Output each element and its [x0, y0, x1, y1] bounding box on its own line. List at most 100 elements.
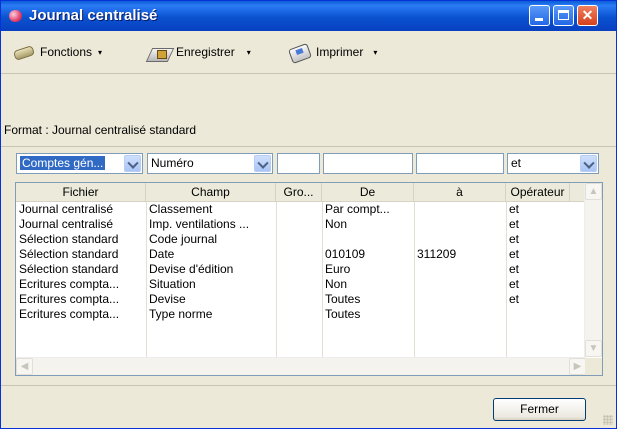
column-header-de[interactable]: De — [322, 183, 414, 201]
cell-champ: Devise — [149, 292, 186, 306]
minimize-button[interactable] — [529, 5, 550, 26]
scrollbar-corner — [585, 358, 602, 375]
cell-operateur: et — [509, 217, 520, 231]
column-header-groupe[interactable]: Gro... — [276, 183, 322, 201]
cell-champ: Devise d'édition — [149, 262, 234, 276]
column-header-operateur[interactable]: Opérateur — [506, 183, 570, 201]
operator-select[interactable]: et — [507, 153, 599, 174]
table-row[interactable]: Ecritures compta... Situation Non et — [16, 277, 586, 292]
functions-label: Fonctions — [40, 45, 93, 59]
cell-operateur: et — [509, 277, 520, 291]
divider — [1, 146, 616, 147]
cell-a — [414, 232, 506, 247]
close-icon: ✕ — [581, 7, 594, 23]
scroll-up-icon[interactable]: ▲ — [585, 183, 602, 200]
cell-a — [414, 277, 506, 292]
cell-champ: Situation — [149, 277, 196, 291]
keys-icon — [11, 42, 37, 62]
cell-de: Non — [325, 277, 348, 291]
table-row[interactable]: Journal centralisé Classement Par compt.… — [16, 202, 586, 217]
group-input[interactable] — [277, 153, 320, 174]
minimize-icon — [535, 18, 543, 21]
cell-de: Toutes — [325, 292, 361, 306]
cell-groupe — [276, 202, 322, 217]
cell-fichier: Sélection standard — [19, 262, 119, 276]
column-header-fichier[interactable]: Fichier — [16, 183, 146, 201]
table-row[interactable]: Ecritures compta... Devise Toutes et — [16, 292, 586, 307]
functions-menu-button[interactable]: Fonctions ▾ — [11, 42, 102, 62]
close-button[interactable]: Fermer — [493, 398, 586, 421]
cell-de: 010109 — [325, 247, 366, 261]
cell-a — [414, 217, 506, 232]
dropdown-arrow-icon: ▾ — [246, 47, 251, 57]
cell-operateur: et — [509, 232, 520, 246]
horizontal-scrollbar[interactable]: ◀ ▶ — [16, 357, 586, 375]
table-row[interactable]: Sélection standard Date 010109 311209 et — [16, 247, 586, 262]
operator-select-value: et — [511, 156, 522, 170]
print-label: Imprimer — [316, 45, 364, 59]
cell-de: Par compt... — [325, 202, 390, 216]
chevron-down-icon[interactable] — [580, 155, 597, 172]
toolbar: Fonctions ▾ Enregistrer ▾ Imprimer ▾ — [1, 31, 616, 74]
app-icon — [9, 10, 22, 22]
column-header-champ[interactable]: Champ — [146, 183, 276, 201]
cell-groupe — [276, 232, 322, 247]
cell-champ: Imp. ventilations ... — [149, 217, 250, 231]
resize-grip-icon[interactable] — [603, 415, 613, 425]
from-input[interactable] — [323, 153, 413, 174]
cell-de: Toutes — [325, 307, 361, 321]
table-header: Fichier Champ Gro... De à Opérateur — [16, 183, 586, 202]
cell-champ: Date — [149, 247, 175, 261]
cell-fichier: Ecritures compta... — [19, 292, 120, 306]
account-select[interactable]: Comptes gén... — [16, 153, 143, 174]
cell-champ: Code journal — [149, 232, 218, 246]
cell-fichier: Sélection standard — [19, 247, 119, 261]
chevron-down-icon[interactable] — [124, 155, 141, 172]
cell-fichier: Journal centralisé — [19, 202, 114, 216]
cell-de: Non — [325, 217, 348, 231]
cell-groupe — [276, 247, 322, 262]
title-bar[interactable]: Journal centralisé ✕ — [1, 1, 616, 31]
cell-operateur: et — [509, 247, 520, 261]
cell-champ: Classement — [149, 202, 213, 216]
scroll-left-icon[interactable]: ◀ — [16, 358, 33, 375]
table-body: Journal centralisé Classement Par compt.… — [16, 202, 586, 357]
table-row[interactable]: Sélection standard Devise d'édition Euro… — [16, 262, 586, 277]
to-input[interactable] — [416, 153, 504, 174]
close-window-button[interactable]: ✕ — [577, 5, 598, 26]
table-row[interactable]: Sélection standard Code journal et — [16, 232, 586, 247]
cell-a — [414, 307, 506, 322]
cell-operateur: et — [509, 292, 520, 306]
cell-groupe — [276, 292, 322, 307]
chevron-down-icon[interactable] — [254, 155, 271, 172]
filter-row: Comptes gén... Numéro et — [1, 153, 616, 175]
cell-de — [322, 232, 414, 247]
scroll-down-icon[interactable]: ▼ — [585, 340, 602, 357]
dropdown-arrow-icon: ▾ — [373, 47, 378, 57]
print-icon — [287, 42, 313, 62]
cell-groupe — [276, 262, 322, 277]
table-row[interactable]: Ecritures compta... Type norme Toutes — [16, 307, 586, 322]
cell-a — [414, 202, 506, 217]
field-select[interactable]: Numéro — [147, 153, 273, 174]
journal-window: Journal centralisé ✕ Fonctions ▾ Enregis… — [0, 0, 617, 429]
print-menu-button[interactable]: Imprimer ▾ — [287, 42, 377, 62]
vertical-scrollbar[interactable]: ▲ ▼ — [584, 183, 602, 357]
cell-fichier: Sélection standard — [19, 232, 119, 246]
column-header-a[interactable]: à — [414, 183, 506, 201]
table-row[interactable]: Journal centralisé Imp. ventilations ...… — [16, 217, 586, 232]
cell-a — [414, 262, 506, 277]
cell-fichier: Journal centralisé — [19, 217, 114, 231]
format-label: Format : Journal centralisé standard — [4, 123, 197, 137]
save-menu-button[interactable]: Enregistrer ▾ — [147, 42, 251, 62]
maximize-button[interactable] — [553, 5, 574, 26]
cell-groupe — [276, 217, 322, 232]
criteria-table[interactable]: Fichier Champ Gro... De à Opérateur Jour… — [15, 182, 603, 376]
cell-operateur: et — [509, 202, 520, 216]
scroll-right-icon[interactable]: ▶ — [569, 358, 586, 375]
cell-a: 311209 — [417, 247, 457, 261]
cell-champ: Type norme — [149, 307, 213, 321]
field-select-value: Numéro — [151, 156, 194, 170]
dropdown-arrow-icon: ▾ — [98, 47, 103, 57]
save-icon — [147, 42, 173, 62]
